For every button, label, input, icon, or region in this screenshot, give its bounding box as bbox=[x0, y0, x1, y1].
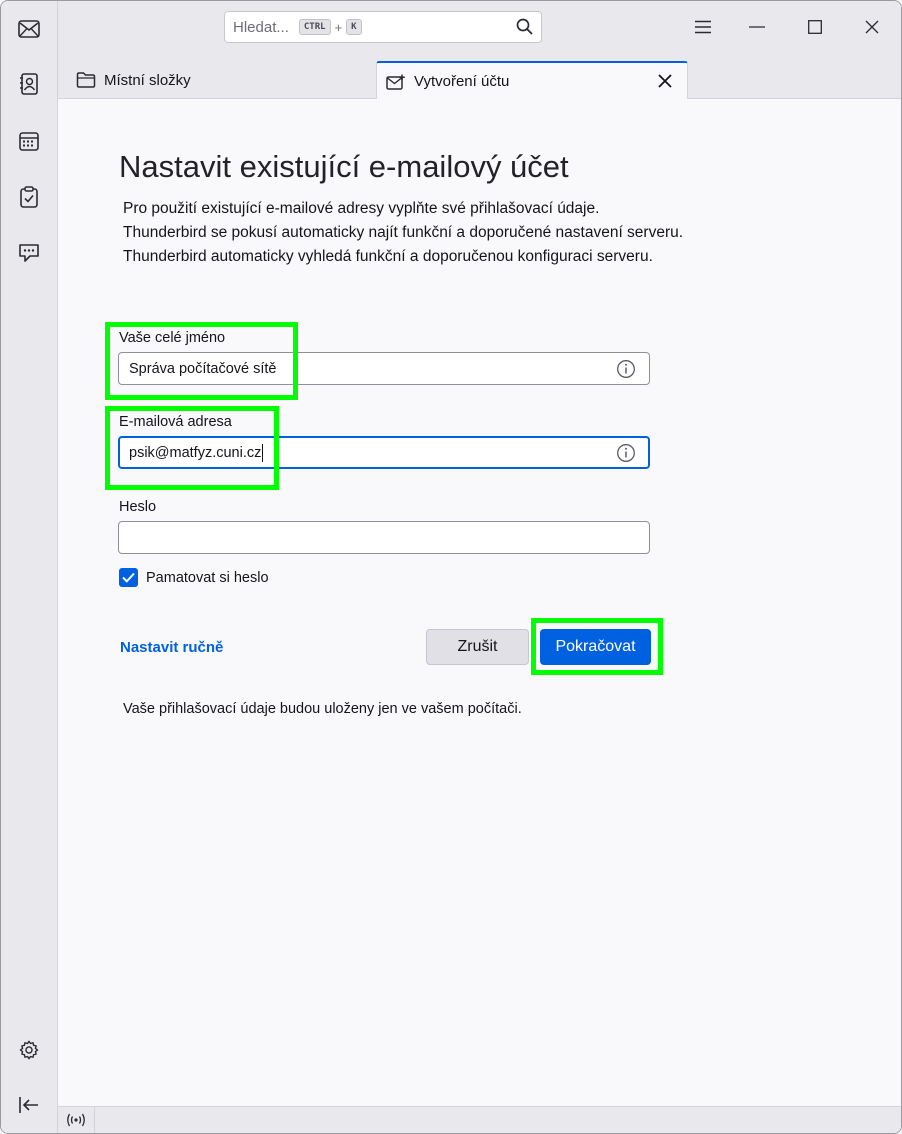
remember-password-label[interactable]: Pamatovat si heslo bbox=[146, 570, 269, 586]
account-setup-page: Nastavit existující e-mailový účet Pro p… bbox=[58, 99, 901, 1106]
search-icon[interactable] bbox=[515, 17, 535, 37]
address-book-icon[interactable] bbox=[13, 68, 45, 100]
app-menu-icon[interactable] bbox=[685, 11, 721, 43]
cancel-button[interactable]: Zrušit bbox=[426, 629, 529, 665]
title-bar: Hledat... CTRL + K bbox=[58, 1, 901, 56]
shortcut-k-key: K bbox=[346, 19, 362, 35]
highlight-box-continue bbox=[531, 618, 663, 675]
spaces-toolbar bbox=[1, 1, 58, 1133]
maximize-icon[interactable] bbox=[797, 11, 833, 43]
tab-local-folders[interactable]: Místní složky bbox=[70, 61, 370, 99]
mail-icon[interactable] bbox=[13, 13, 45, 45]
tab-account-setup[interactable]: Vytvoření účtu bbox=[376, 61, 688, 100]
mail-new-icon bbox=[386, 72, 406, 92]
description-line: Thunderbird se pokusí automaticky najít … bbox=[123, 224, 684, 241]
page-title: Nastavit existující e-mailový účet bbox=[119, 149, 569, 184]
close-window-icon[interactable] bbox=[854, 11, 890, 43]
minimize-icon[interactable] bbox=[739, 11, 775, 43]
folder-icon bbox=[76, 70, 96, 90]
tasks-icon[interactable] bbox=[13, 181, 45, 213]
status-divider bbox=[94, 1107, 95, 1133]
password-field[interactable] bbox=[118, 521, 650, 554]
status-bar bbox=[58, 1106, 901, 1133]
highlight-box-name bbox=[105, 322, 298, 400]
password-label: Heslo bbox=[119, 499, 157, 515]
tab-strip: Místní složky Vytvoření účtu bbox=[58, 56, 901, 100]
shortcut-plus: + bbox=[334, 19, 343, 35]
calendar-icon[interactable] bbox=[13, 125, 45, 157]
collapse-sidebar-icon[interactable] bbox=[13, 1089, 45, 1121]
privacy-note: Vaše přihlašovací údaje budou uloženy je… bbox=[123, 701, 522, 717]
info-icon[interactable] bbox=[616, 443, 636, 463]
search-box[interactable]: Hledat... CTRL + K bbox=[224, 11, 542, 43]
shortcut-ctrl-key: CTRL bbox=[298, 19, 331, 35]
close-tab-icon[interactable] bbox=[655, 71, 675, 91]
info-icon[interactable] bbox=[616, 359, 636, 379]
manual-config-link[interactable]: Nastavit ručně bbox=[120, 639, 223, 656]
search-placeholder: Hledat... bbox=[233, 18, 289, 36]
highlight-box-email bbox=[105, 406, 279, 490]
remember-password-checkbox[interactable] bbox=[119, 568, 138, 587]
chat-icon[interactable] bbox=[13, 237, 45, 269]
tab-label: Vytvoření účtu bbox=[414, 73, 510, 90]
description-line: Pro použití existující e-mailové adresy … bbox=[123, 200, 600, 217]
tab-label: Místní složky bbox=[104, 71, 191, 89]
description-line: Thunderbird automaticky vyhledá funkční … bbox=[123, 248, 653, 265]
online-status-icon[interactable] bbox=[64, 1110, 88, 1130]
settings-icon[interactable] bbox=[13, 1034, 45, 1066]
thunderbird-window: Hledat... CTRL + K Místní složky Vytvoře… bbox=[0, 0, 902, 1134]
